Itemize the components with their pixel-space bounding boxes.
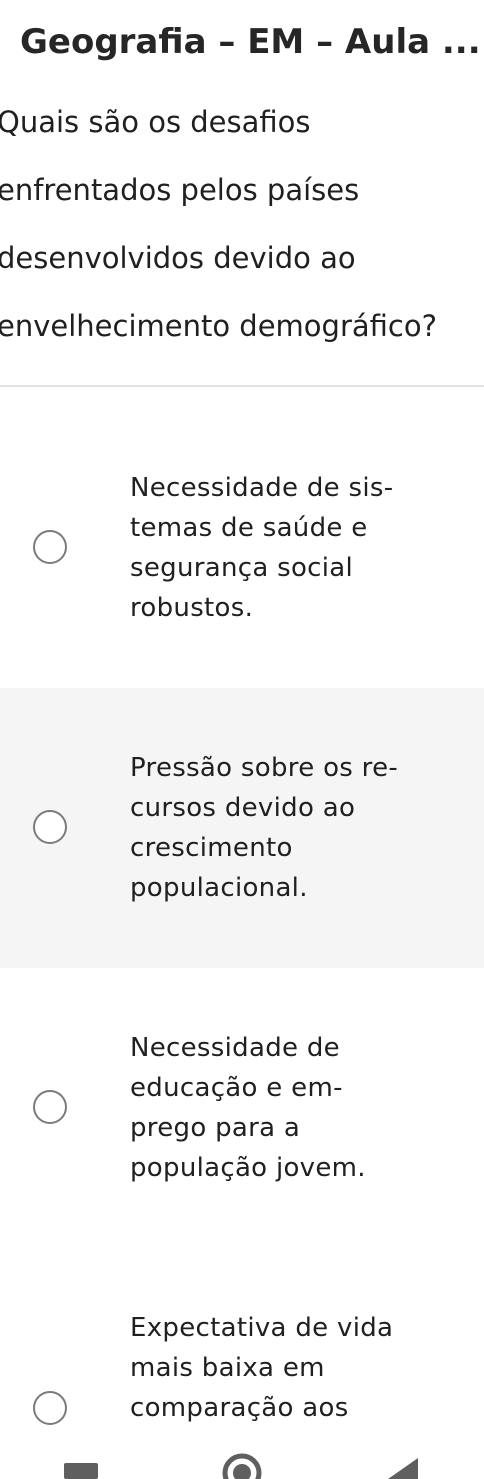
answer-option-text: Necessidade de educação e em- prego para… (130, 1028, 450, 1188)
option-line: educação e em- (130, 1073, 343, 1103)
recents-icon[interactable] (64, 1463, 98, 1479)
option-line: populacional. (130, 873, 308, 903)
option-line: Pressão sobre os re- (130, 753, 399, 783)
page-title: Geografia – EM – Aula ... (20, 22, 480, 62)
question-text: Quais são os desafios enfrentados pelos … (0, 88, 484, 360)
option-line: comparação aos (130, 1393, 349, 1423)
radio-button-1[interactable] (33, 530, 67, 564)
option-line: Expectativa de vida (130, 1313, 394, 1343)
radio-button-4[interactable] (33, 1391, 67, 1425)
radio-button-3[interactable] (33, 1090, 67, 1124)
answer-option-1[interactable]: Necessidade de sis- temas de saúde e seg… (0, 408, 484, 688)
answer-option-3[interactable]: Necessidade de educação e em- prego para… (0, 968, 484, 1248)
answer-option-2[interactable]: Pressão sobre os re- cursos devido ao cr… (0, 688, 484, 968)
option-line: crescimento (130, 833, 293, 863)
radio-button-2[interactable] (33, 810, 67, 844)
question-line: enfrentados pelos países (0, 173, 360, 207)
question-line: envelhecimento demográfico? (0, 309, 437, 343)
option-line: cursos devido ao (130, 793, 356, 823)
system-navigation-bar (0, 1448, 484, 1479)
back-icon[interactable] (388, 1458, 420, 1479)
question-line: Quais são os desafios (0, 105, 311, 139)
option-line: Necessidade de sis- (130, 473, 394, 503)
divider (0, 385, 484, 387)
answer-option-text: Pressão sobre os re- cursos devido ao cr… (130, 748, 450, 908)
option-line: prego para a (130, 1113, 301, 1143)
question-line: desenvolvidos devido ao (0, 241, 356, 275)
home-icon[interactable] (220, 1451, 264, 1479)
option-line: segurança social (130, 553, 354, 583)
answer-option-text: Expectativa de vida mais baixa em compar… (130, 1308, 450, 1428)
option-line: Necessidade de (130, 1033, 340, 1063)
answer-option-text: Necessidade de sis- temas de saúde e seg… (130, 468, 450, 628)
option-line: temas de saúde e (130, 513, 368, 543)
answer-option-4[interactable]: Expectativa de vida mais baixa em compar… (0, 1248, 484, 1448)
option-line: mais baixa em (130, 1353, 325, 1383)
option-line: robustos. (130, 593, 254, 623)
option-line: população jovem. (130, 1153, 366, 1183)
